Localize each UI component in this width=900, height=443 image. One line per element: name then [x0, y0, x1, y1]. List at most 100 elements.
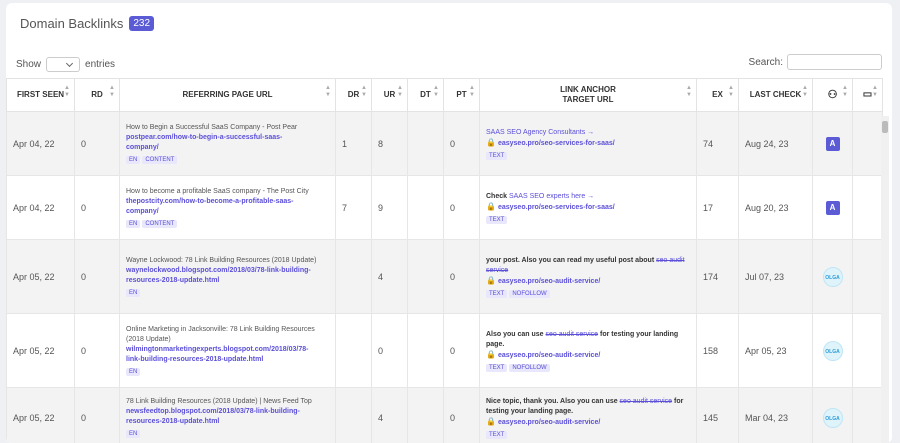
sort-icon: ▲ ▼ [469, 85, 475, 98]
sort-icon: ▲ ▼ [397, 85, 403, 98]
count-badge: 232 [129, 16, 155, 31]
page-url-link[interactable]: waynelockwood.blogspot.com/2018/03/78-li… [126, 266, 329, 286]
col-link-anchor[interactable]: LINK ANCHOR TARGET URL ▲ ▼ [479, 78, 697, 112]
avatar[interactable]: A [825, 200, 840, 215]
user-icon: ⚇ [827, 88, 838, 101]
comment-cell[interactable] [852, 239, 883, 314]
user-cell: OLGA [812, 239, 853, 314]
tag: EN [126, 289, 141, 297]
page-url-link[interactable]: newsfeedtop.blogspot.com/2018/03/78-link… [126, 407, 329, 427]
sort-icon: ▲ ▼ [433, 85, 439, 98]
page-url-link[interactable]: thepostcity.com/how-to-become-a-profitab… [126, 197, 329, 217]
referring-page: Online Marketing in Jacksonville: 78 Lin… [119, 313, 336, 388]
ex-value: 17 [696, 175, 739, 240]
sort-icon: ▲ ▼ [361, 85, 367, 98]
target-url-link[interactable]: 🔒 easyseo.pro/seo-audit-service/ [486, 350, 690, 361]
dr-value [335, 239, 372, 314]
col-rd[interactable]: RD ▲ ▼ [74, 78, 120, 112]
page-title-text: Online Marketing in Jacksonville: 78 Lin… [126, 326, 315, 343]
dt-value [407, 111, 444, 176]
col-ex[interactable]: EX ▲ ▼ [696, 78, 739, 112]
rd-value: 0 [74, 239, 120, 314]
ex-value: 145 [696, 387, 739, 443]
first-seen: Apr 05, 22 [6, 387, 75, 443]
scrollbar-thumb[interactable] [882, 121, 888, 133]
comment-cell[interactable] [852, 111, 883, 176]
pt-value: 0 [443, 175, 480, 240]
avatar[interactable]: OLGA [822, 266, 843, 287]
tag: TEXT [486, 215, 508, 224]
comment-cell[interactable] [852, 313, 883, 388]
entries-control: Show entries [16, 57, 115, 72]
dr-value: 1 [335, 111, 372, 176]
link-anchor: Nice topic, thank you. Also you can use … [479, 387, 697, 443]
title-text: Domain Backlinks [20, 16, 124, 31]
user-cell: OLGA [812, 313, 853, 388]
table-row[interactable]: Apr 05, 22 0 78 Link Building Resources … [6, 387, 883, 443]
lock-icon: 🔒 [486, 349, 496, 359]
comment-cell[interactable] [852, 387, 883, 443]
avatar[interactable]: OLGA [822, 340, 843, 361]
dr-value [335, 387, 372, 443]
table-row[interactable]: Apr 04, 22 0 How to become a profitable … [6, 175, 883, 240]
search-input[interactable] [787, 54, 882, 70]
first-seen: Apr 04, 22 [6, 111, 75, 176]
last-check: Jul 07, 23 [738, 239, 813, 314]
sort-icon: ▲ ▼ [325, 85, 331, 98]
target-url-link[interactable]: 🔒 easyseo.pro/seo-audit-service/ [486, 417, 690, 428]
anchor-link[interactable]: SAAS SEO Agency Consultants → [486, 129, 594, 136]
col-ur[interactable]: UR ▲ ▼ [371, 78, 408, 112]
page-title-text: Wayne Lockwood: 78 Link Building Resourc… [126, 257, 317, 264]
col-referring-page[interactable]: REFERRING PAGE URL ▲ ▼ [119, 78, 336, 112]
tag: NOFOLLOW [509, 363, 550, 372]
ex-value: 174 [696, 239, 739, 314]
rd-value: 0 [74, 313, 120, 388]
table-row[interactable]: Apr 05, 22 0 Online Marketing in Jackson… [6, 313, 883, 388]
page-url-link[interactable]: postpear.com/how-to-begin-a-successful-s… [126, 133, 329, 153]
col-user[interactable]: ⚇ ▲ ▼ [812, 78, 853, 112]
sort-icon: ▲ ▼ [802, 85, 808, 98]
avatar[interactable]: A [825, 136, 840, 151]
referring-page: How to Begin a Successful SaaS Company -… [119, 111, 336, 176]
avatar[interactable]: OLGA [822, 407, 843, 428]
scrollbar[interactable] [881, 116, 889, 443]
link-anchor: your post. Also you can read my useful p… [479, 239, 697, 314]
col-last-check[interactable]: LAST CHECK ▲ ▼ [738, 78, 813, 112]
ur-value: 9 [371, 175, 408, 240]
col-dt[interactable]: DT ▲ ▼ [407, 78, 444, 112]
dt-value [407, 387, 444, 443]
target-url-link[interactable]: 🔒 easyseo.pro/seo-services-for-saas/ [486, 202, 690, 213]
ur-value: 4 [371, 239, 408, 314]
tag: EN [126, 368, 141, 376]
col-first-seen[interactable]: FIRST SEEN ▲ ▼ [6, 78, 75, 112]
table-row[interactable]: Apr 05, 22 0 Wayne Lockwood: 78 Link Bui… [6, 239, 883, 314]
backlinks-table: FIRST SEEN ▲ ▼ RD ▲ ▼ REFERRING PAGE URL ▲ ▼ D… [6, 78, 883, 443]
ex-value: 158 [696, 313, 739, 388]
anchor-strike: seo audit service [545, 330, 599, 338]
last-check: Aug 24, 23 [738, 111, 813, 176]
target-url-link[interactable]: 🔒 easyseo.pro/seo-services-for-saas/ [486, 138, 690, 149]
col-dr[interactable]: DR ▲ ▼ [335, 78, 372, 112]
last-check: Aug 20, 23 [738, 175, 813, 240]
col-comment[interactable]: ▭ ▲ ▼ [852, 78, 883, 112]
tag: TEXT [486, 151, 508, 160]
search-label: Search: [748, 56, 783, 68]
entries-select[interactable] [46, 57, 81, 72]
page-url-link[interactable]: wilmingtonmarketingexperts.blogspot.com/… [126, 345, 329, 365]
sort-icon: ▲ ▼ [109, 85, 115, 98]
sort-icon: ▲ ▼ [64, 85, 70, 98]
ur-value: 4 [371, 387, 408, 443]
lock-icon: 🔒 [486, 275, 496, 285]
sort-icon: ▲ ▼ [686, 85, 692, 98]
ur-value: 0 [371, 313, 408, 388]
anchor-text: your post. Also you can read my useful p… [486, 256, 685, 274]
anchor-link[interactable]: SAAS SEO experts here → [509, 193, 594, 200]
last-check: Apr 05, 23 [738, 313, 813, 388]
col-pt[interactable]: PT ▲ ▼ [443, 78, 480, 112]
comment-cell[interactable] [852, 175, 883, 240]
sort-icon: ▲ ▼ [842, 85, 848, 98]
table-row[interactable]: Apr 04, 22 0 How to Begin a Successful S… [6, 111, 883, 176]
target-url-link[interactable]: 🔒 easyseo.pro/seo-audit-service/ [486, 276, 690, 287]
tag: TEXT [486, 363, 508, 372]
table-header-row: FIRST SEEN ▲ ▼ RD ▲ ▼ REFERRING PAGE URL ▲ ▼ D… [6, 78, 883, 112]
